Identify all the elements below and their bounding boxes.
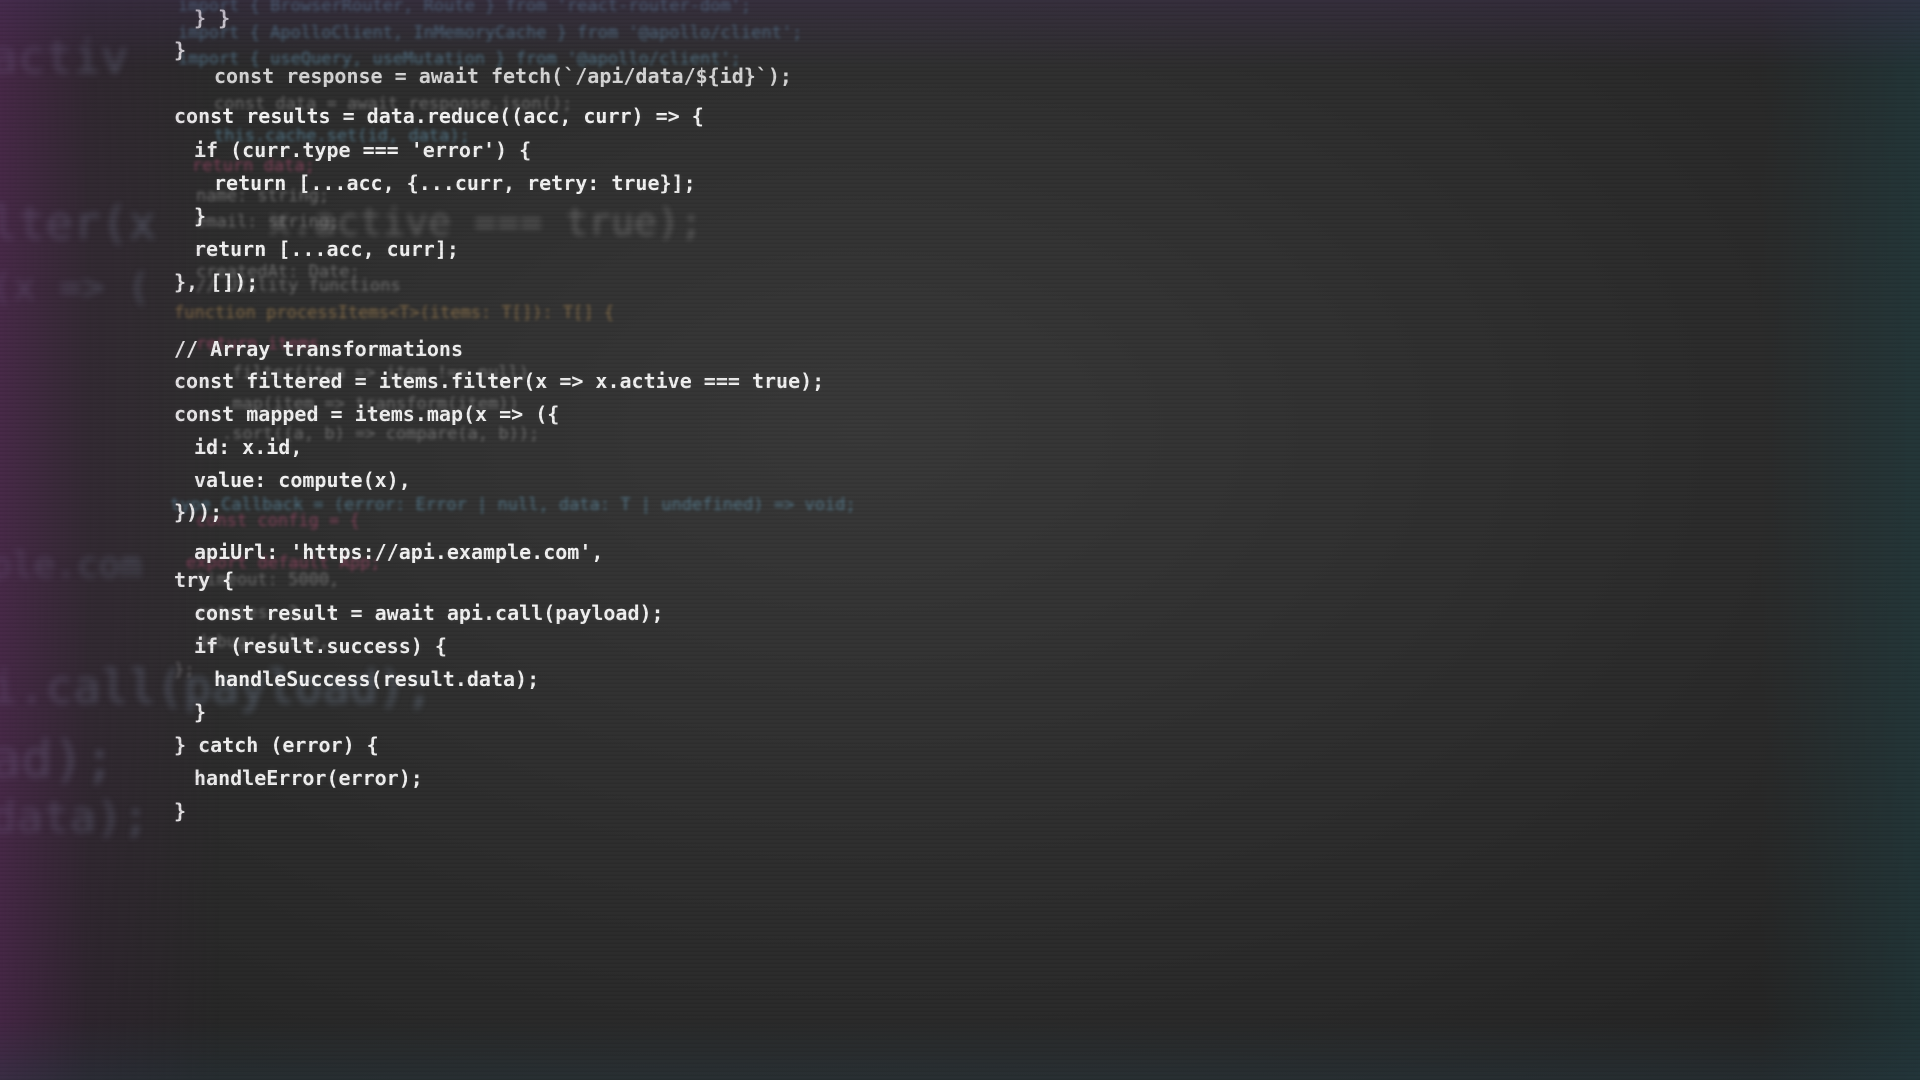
code-line: try { — [174, 568, 235, 592]
code-line: const filtered = items.filter(x => x.act… — [174, 369, 825, 393]
code-line: handleError(error); — [194, 766, 423, 790]
code-line: value: compute(x), — [194, 468, 411, 492]
ghost-line: }; — [174, 660, 195, 680]
code-line: const results = data.reduce((acc, curr) … — [174, 104, 704, 128]
ghost-line: import { ApolloClient, InMemoryCache } f… — [178, 23, 803, 43]
code-line: } — [174, 799, 187, 823]
code-line: } — [194, 204, 207, 228]
ghost-line: import { BrowserRouter, Route } from 're… — [178, 0, 752, 16]
code-line: id: x.id, — [194, 435, 303, 459]
code-screen: activ lter(x (x => ( ple.com i.call(payl… — [0, 0, 1920, 1080]
code-line: const result = await api.call(payload); — [194, 601, 664, 625]
ghost-line: email: string; — [196, 212, 340, 232]
code-line: if (result.success) { — [194, 634, 447, 658]
bottom-vignette — [0, 1020, 1920, 1080]
code-line: return [...acc, {...curr, retry: true}]; — [214, 171, 696, 195]
ghost-code-layer: import { BrowserRouter, Route } from 're… — [0, 0, 856, 680]
code-line: const mapped = items.map(x => ({ — [174, 402, 560, 426]
code-line: apiUrl: 'https://api.example.com', — [194, 540, 604, 564]
right-vignette — [1760, 0, 1920, 1080]
code-line: } — [194, 700, 207, 724]
code-line: const response = await fetch(`/api/data/… — [214, 64, 792, 88]
code-line: } catch (error) { — [174, 733, 379, 757]
code-line: })); — [174, 500, 223, 524]
ghost-line: function processItems<T>(items: T[]): T[… — [174, 303, 615, 323]
far-code-line: ple.com — [0, 545, 142, 586]
code-line: } — [174, 38, 187, 62]
code-line: handleSuccess(result.data); — [214, 667, 540, 691]
code-line: }, []); — [174, 270, 259, 294]
code-comment: // Array transformations — [174, 337, 463, 361]
code-line: if (curr.type === 'error') { — [194, 138, 532, 162]
far-code-line: data); — [0, 792, 149, 843]
code-line: return [...acc, curr]; — [194, 237, 459, 261]
far-code-line: ad); — [0, 730, 116, 790]
code-line: } } — [194, 6, 231, 30]
